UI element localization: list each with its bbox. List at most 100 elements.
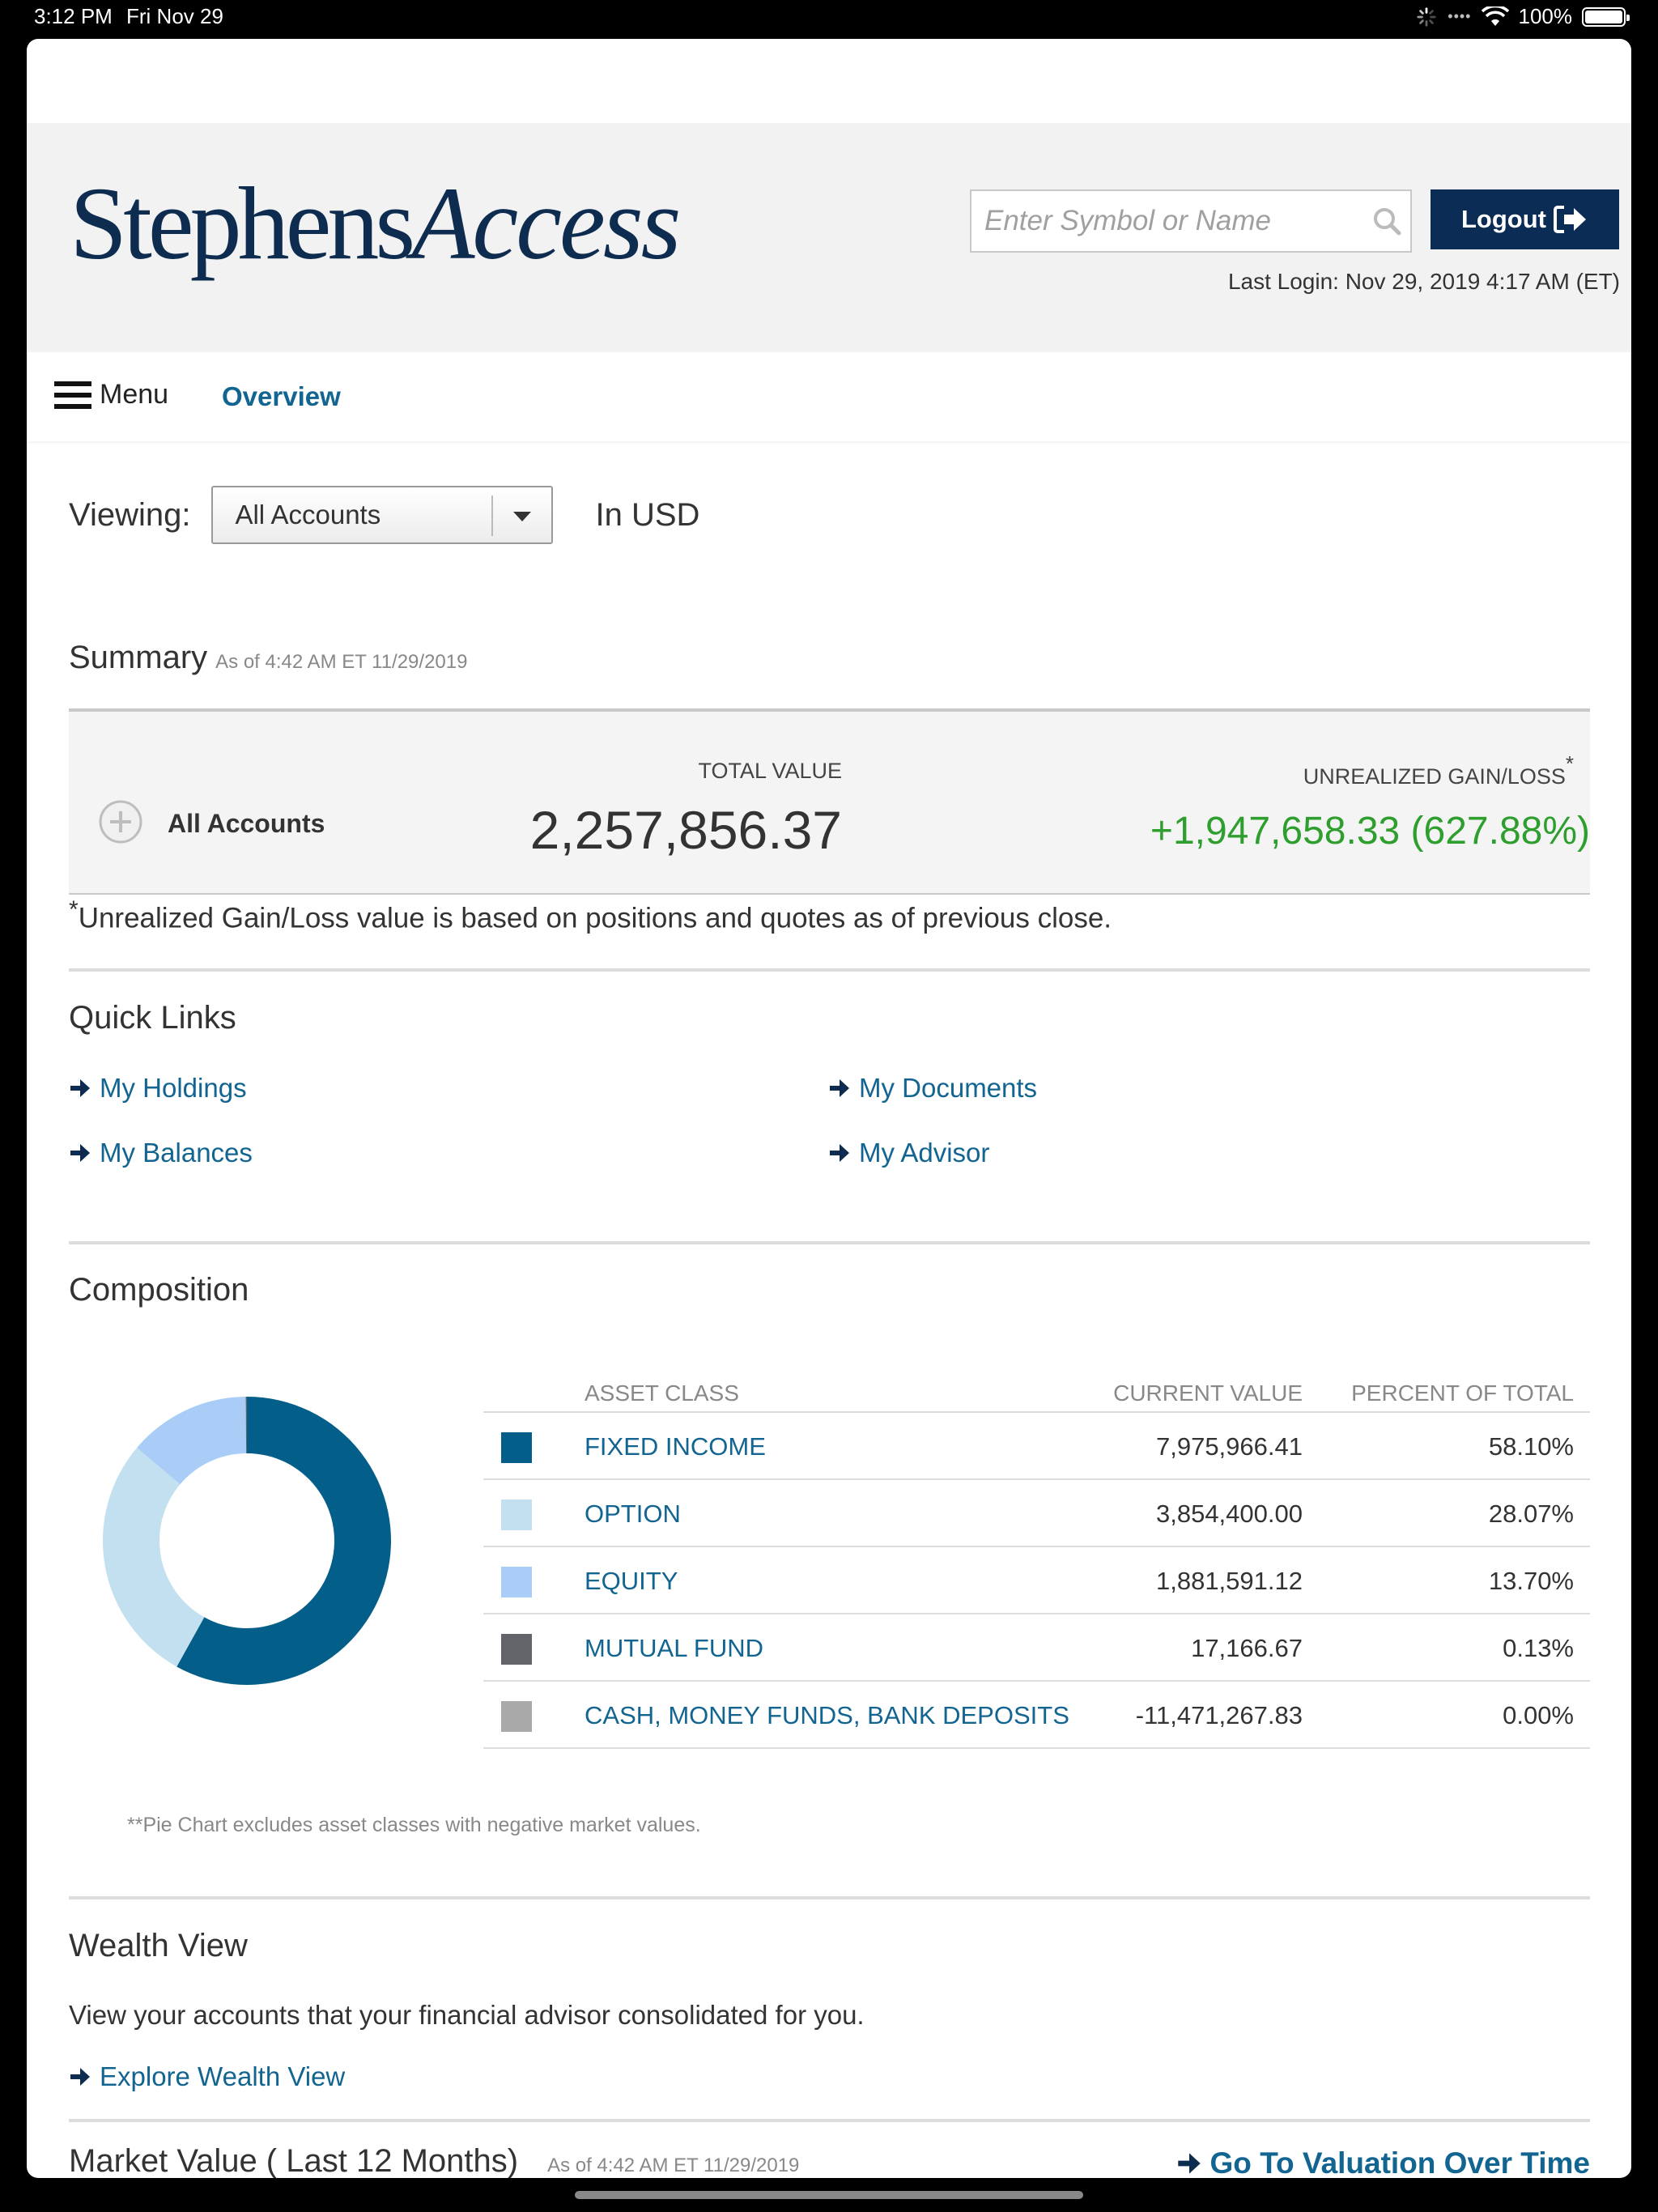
unrealized-gain-value: +1,947,658.33 (627.88%): [1150, 810, 1590, 853]
quick-link-my-documents[interactable]: My Documents: [828, 1073, 1037, 1104]
battery-percent: 100%: [1518, 4, 1573, 28]
table-row[interactable]: EQUITY 1,881,591.12 13.70%: [483, 1547, 1590, 1614]
expand-plus-icon[interactable]: [98, 799, 143, 844]
market-value-heading: Market Value ( Last 12 Months) As of 4:4…: [69, 2143, 799, 2178]
logo-main-text: Stephens: [70, 166, 415, 281]
percent-of-total: 0.13%: [1503, 1634, 1574, 1662]
wifi-icon: [1481, 6, 1509, 26]
valuation-over-time-link[interactable]: Go To Valuation Over Time: [1176, 2146, 1590, 2178]
composition-table: ASSET CLASS CURRENT VALUE PERCENT OF TOT…: [483, 1371, 1590, 1749]
quick-link-my-balances[interactable]: My Balances: [69, 1138, 253, 1168]
hamburger-icon: [54, 381, 91, 409]
legend-swatch-mutual-fund: [501, 1634, 532, 1665]
table-row[interactable]: CASH, MONEY FUNDS, BANK DEPOSITS -11,471…: [483, 1682, 1590, 1749]
last-login-text: Last Login: Nov 29, 2019 4:17 AM (ET): [1227, 269, 1620, 294]
legend-swatch-cash: [501, 1701, 532, 1732]
home-indicator[interactable]: [575, 2191, 1083, 2199]
asset-class-link[interactable]: FIXED INCOME: [585, 1432, 766, 1461]
percent-of-total: 58.10%: [1488, 1432, 1574, 1461]
gain-footnote-text: Unrealized Gain/Loss value is based on p…: [78, 902, 1112, 934]
unrealized-gain-label: UNREALIZED GAIN/LOSS*: [1303, 751, 1574, 789]
status-date: Fri Nov 29: [126, 4, 223, 28]
asset-class-link[interactable]: EQUITY: [585, 1567, 678, 1596]
percent-of-total: 13.70%: [1488, 1567, 1574, 1595]
battery-icon: [1582, 6, 1630, 27]
total-value-label: TOTAL VALUE: [698, 759, 842, 783]
section-divider: [69, 1241, 1590, 1244]
search-input[interactable]: [971, 191, 1352, 251]
menu-button[interactable]: Menu: [54, 379, 168, 410]
legend-swatch-fixed-income: [501, 1432, 532, 1463]
select-divider: [491, 496, 494, 536]
percent-of-total: 0.00%: [1503, 1701, 1574, 1729]
summary-title: Summary: [69, 640, 208, 675]
composition-donut-chart: [102, 1397, 391, 1685]
table-row[interactable]: OPTION 3,854,400.00 28.07%: [483, 1480, 1590, 1547]
currency-label: In USD: [595, 496, 700, 533]
section-divider: [69, 2119, 1590, 2122]
wealth-view-description: View your accounts that your financial a…: [69, 2000, 865, 2030]
summary-as-of: As of 4:42 AM ET 11/29/2019: [215, 651, 468, 673]
app-screen: StephensAccess Logout Last Login: Nov 29…: [27, 39, 1631, 2178]
current-value: 3,854,400.00: [1155, 1499, 1303, 1528]
pie-chart-note: **Pie Chart excludes asset classes with …: [127, 1814, 701, 1836]
composition-title: Composition: [69, 1272, 249, 1308]
symbol-search: [970, 189, 1412, 253]
current-value: 7,975,966.41: [1155, 1432, 1303, 1461]
account-select-value: All Accounts: [235, 500, 381, 530]
current-value: 1,881,591.12: [1155, 1567, 1303, 1595]
table-row[interactable]: MUTUAL FUND 17,166.67 0.13%: [483, 1614, 1590, 1682]
logo-italic-text: Access: [411, 166, 681, 281]
asset-class-link[interactable]: OPTION: [585, 1499, 681, 1529]
section-divider: [69, 968, 1590, 972]
search-icon[interactable]: [1371, 206, 1402, 236]
quick-link-my-holdings[interactable]: My Holdings: [69, 1073, 247, 1104]
quick-link-label: My Balances: [100, 1138, 253, 1168]
gain-footnote-marker: *: [69, 896, 79, 923]
account-select[interactable]: All Accounts: [211, 486, 554, 544]
status-right: •••• 100%: [1415, 4, 1630, 29]
market-value-title: Market Value ( Last 12 Months): [69, 2143, 519, 2178]
market-value-as-of: As of 4:42 AM ET 11/29/2019: [547, 2155, 800, 2176]
percent-of-total: 28.07%: [1488, 1499, 1574, 1528]
nav-overview-link[interactable]: Overview: [222, 381, 341, 412]
arrow-right-icon: [830, 1144, 849, 1162]
quick-link-my-advisor[interactable]: My Advisor: [828, 1138, 989, 1168]
asset-class-link[interactable]: MUTUAL FUND: [585, 1634, 763, 1663]
legend-swatch-equity: [501, 1567, 532, 1597]
unrealized-gain-label-text: UNREALIZED GAIN/LOSS: [1303, 764, 1566, 789]
current-value: -11,471,267.83: [1135, 1701, 1303, 1729]
gain-footnote: *Unrealized Gain/Loss value is based on …: [69, 896, 1112, 935]
total-value: 2,257,856.37: [529, 800, 842, 860]
logout-icon: [1554, 206, 1586, 233]
arrow-right-icon: [70, 1144, 90, 1162]
arrow-right-icon: [70, 2068, 90, 2086]
arrow-right-icon: [70, 1079, 90, 1097]
menu-label: Menu: [100, 379, 169, 410]
quick-link-label: My Holdings: [100, 1073, 247, 1103]
quick-links-title: Quick Links: [69, 1000, 236, 1036]
quick-link-label: My Advisor: [859, 1138, 990, 1168]
section-divider: [69, 1896, 1590, 1899]
cellular-signal-icon: ••••: [1448, 8, 1472, 24]
table-row[interactable]: FIXED INCOME 7,975,966.41 58.10%: [483, 1413, 1590, 1480]
status-bar: 3:12 PM Fri Nov 29 •••• 100%: [0, 0, 1658, 39]
explore-wealth-view-label: Explore Wealth View: [100, 2061, 346, 2091]
logout-label: Logout: [1460, 205, 1546, 233]
col-header-asset-class: ASSET CLASS: [585, 1380, 739, 1406]
arrow-right-icon: [1177, 2153, 1201, 2174]
asset-class-link[interactable]: CASH, MONEY FUNDS, BANK DEPOSITS: [585, 1701, 1069, 1730]
viewing-row: Viewing: All Accounts In USD: [69, 486, 699, 544]
status-time: 3:12 PM: [34, 4, 113, 28]
viewing-label: Viewing:: [69, 496, 191, 533]
logout-button[interactable]: Logout: [1431, 189, 1619, 249]
donut-slice-option[interactable]: [102, 1448, 205, 1667]
legend-swatch-option: [501, 1499, 532, 1530]
chevron-down-icon: [513, 512, 532, 521]
activity-spinner-icon: [1417, 6, 1436, 27]
stephens-access-logo[interactable]: StephensAccess: [70, 172, 681, 275]
summary-panel: All Accounts TOTAL VALUE 2,257,856.37 UN…: [69, 708, 1590, 895]
col-header-percent: PERCENT OF TOTAL: [1351, 1380, 1574, 1406]
site-header: StephensAccess Logout Last Login: Nov 29…: [27, 123, 1631, 352]
explore-wealth-view-link[interactable]: Explore Wealth View: [69, 2061, 345, 2092]
